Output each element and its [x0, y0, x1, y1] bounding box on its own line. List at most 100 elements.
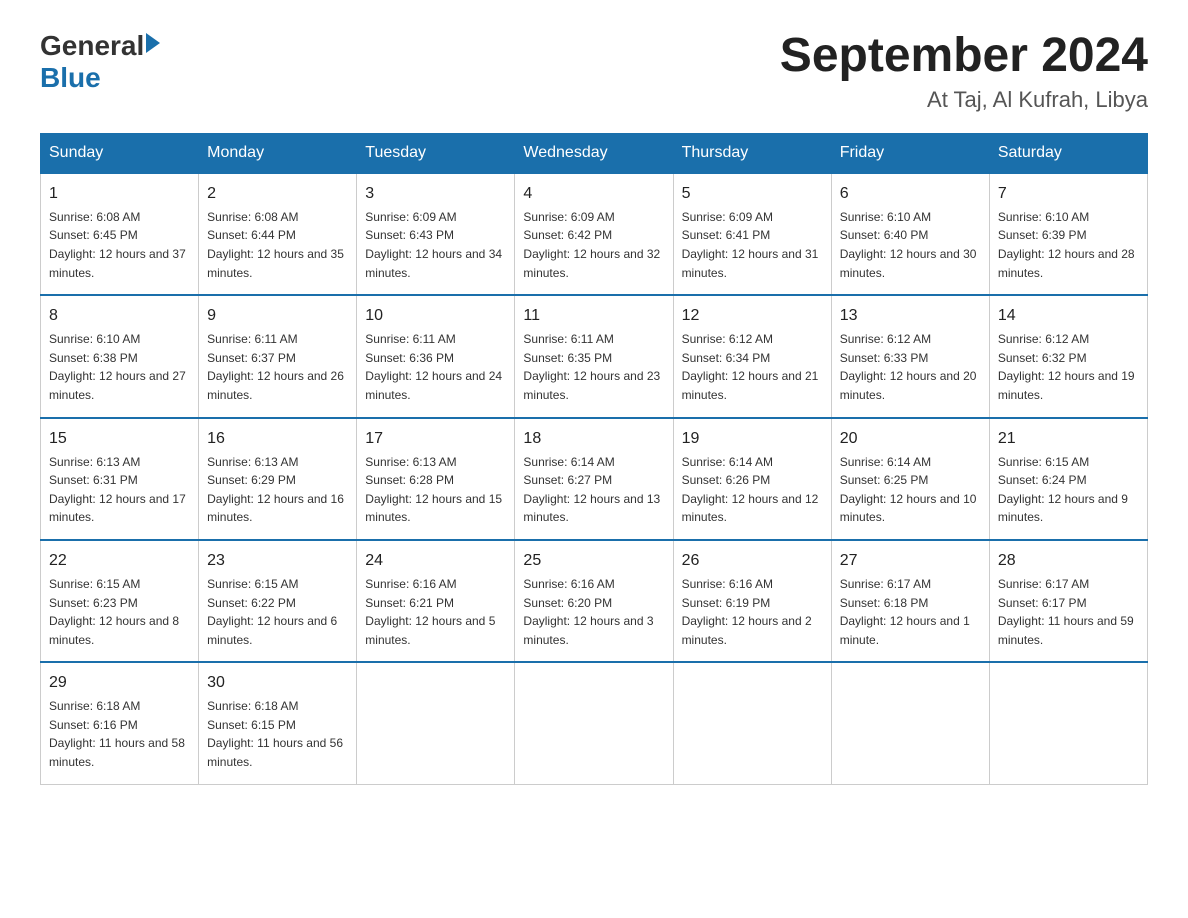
- day-info: Sunrise: 6:11 AMSunset: 6:35 PMDaylight:…: [523, 330, 664, 404]
- day-info: Sunrise: 6:14 AMSunset: 6:26 PMDaylight:…: [682, 453, 823, 527]
- day-info: Sunrise: 6:13 AMSunset: 6:31 PMDaylight:…: [49, 453, 190, 527]
- day-info: Sunrise: 6:13 AMSunset: 6:28 PMDaylight:…: [365, 453, 506, 527]
- day-info: Sunrise: 6:13 AMSunset: 6:29 PMDaylight:…: [207, 453, 348, 527]
- calendar-cell: 22Sunrise: 6:15 AMSunset: 6:23 PMDayligh…: [41, 540, 199, 662]
- calendar-week-0: 1Sunrise: 6:08 AMSunset: 6:45 PMDaylight…: [41, 173, 1148, 295]
- day-number: 14: [998, 304, 1139, 328]
- day-info: Sunrise: 6:12 AMSunset: 6:32 PMDaylight:…: [998, 330, 1139, 404]
- day-info: Sunrise: 6:09 AMSunset: 6:41 PMDaylight:…: [682, 208, 823, 282]
- calendar-cell: 3Sunrise: 6:09 AMSunset: 6:43 PMDaylight…: [357, 173, 515, 295]
- day-info: Sunrise: 6:08 AMSunset: 6:44 PMDaylight:…: [207, 208, 348, 282]
- day-number: 17: [365, 427, 506, 451]
- page-subtitle: At Taj, Al Kufrah, Libya: [780, 87, 1148, 113]
- day-info: Sunrise: 6:16 AMSunset: 6:20 PMDaylight:…: [523, 575, 664, 649]
- day-number: 7: [998, 182, 1139, 206]
- calendar-cell: 21Sunrise: 6:15 AMSunset: 6:24 PMDayligh…: [989, 418, 1147, 540]
- calendar-cell: [831, 662, 989, 784]
- day-number: 5: [682, 182, 823, 206]
- calendar-cell: 8Sunrise: 6:10 AMSunset: 6:38 PMDaylight…: [41, 295, 199, 417]
- day-number: 13: [840, 304, 981, 328]
- day-number: 1: [49, 182, 190, 206]
- calendar-cell: 15Sunrise: 6:13 AMSunset: 6:31 PMDayligh…: [41, 418, 199, 540]
- logo-blue: Blue: [40, 62, 160, 94]
- day-number: 27: [840, 549, 981, 573]
- col-saturday: Saturday: [989, 133, 1147, 173]
- logo-general: General: [40, 30, 144, 62]
- day-info: Sunrise: 6:14 AMSunset: 6:25 PMDaylight:…: [840, 453, 981, 527]
- title-section: September 2024 At Taj, Al Kufrah, Libya: [780, 30, 1148, 113]
- calendar-week-3: 22Sunrise: 6:15 AMSunset: 6:23 PMDayligh…: [41, 540, 1148, 662]
- day-info: Sunrise: 6:15 AMSunset: 6:24 PMDaylight:…: [998, 453, 1139, 527]
- calendar-cell: 18Sunrise: 6:14 AMSunset: 6:27 PMDayligh…: [515, 418, 673, 540]
- day-info: Sunrise: 6:11 AMSunset: 6:36 PMDaylight:…: [365, 330, 506, 404]
- day-number: 23: [207, 549, 348, 573]
- day-info: Sunrise: 6:14 AMSunset: 6:27 PMDaylight:…: [523, 453, 664, 527]
- logo: General Blue: [40, 30, 160, 94]
- calendar-cell: 16Sunrise: 6:13 AMSunset: 6:29 PMDayligh…: [199, 418, 357, 540]
- calendar-cell: 9Sunrise: 6:11 AMSunset: 6:37 PMDaylight…: [199, 295, 357, 417]
- calendar-cell: 1Sunrise: 6:08 AMSunset: 6:45 PMDaylight…: [41, 173, 199, 295]
- day-info: Sunrise: 6:16 AMSunset: 6:19 PMDaylight:…: [682, 575, 823, 649]
- calendar-cell: 11Sunrise: 6:11 AMSunset: 6:35 PMDayligh…: [515, 295, 673, 417]
- day-number: 11: [523, 304, 664, 328]
- calendar-cell: [989, 662, 1147, 784]
- page-title: September 2024: [780, 30, 1148, 83]
- day-info: Sunrise: 6:09 AMSunset: 6:43 PMDaylight:…: [365, 208, 506, 282]
- day-number: 6: [840, 182, 981, 206]
- day-number: 9: [207, 304, 348, 328]
- day-info: Sunrise: 6:10 AMSunset: 6:38 PMDaylight:…: [49, 330, 190, 404]
- day-number: 20: [840, 427, 981, 451]
- day-number: 16: [207, 427, 348, 451]
- calendar-header: Sunday Monday Tuesday Wednesday Thursday…: [41, 133, 1148, 173]
- day-info: Sunrise: 6:10 AMSunset: 6:39 PMDaylight:…: [998, 208, 1139, 282]
- day-number: 21: [998, 427, 1139, 451]
- calendar-cell: 29Sunrise: 6:18 AMSunset: 6:16 PMDayligh…: [41, 662, 199, 784]
- day-info: Sunrise: 6:12 AMSunset: 6:34 PMDaylight:…: [682, 330, 823, 404]
- header-row: Sunday Monday Tuesday Wednesday Thursday…: [41, 133, 1148, 173]
- col-tuesday: Tuesday: [357, 133, 515, 173]
- calendar-cell: 6Sunrise: 6:10 AMSunset: 6:40 PMDaylight…: [831, 173, 989, 295]
- calendar-cell: 26Sunrise: 6:16 AMSunset: 6:19 PMDayligh…: [673, 540, 831, 662]
- col-sunday: Sunday: [41, 133, 199, 173]
- calendar-cell: [515, 662, 673, 784]
- calendar-cell: 19Sunrise: 6:14 AMSunset: 6:26 PMDayligh…: [673, 418, 831, 540]
- day-info: Sunrise: 6:17 AMSunset: 6:17 PMDaylight:…: [998, 575, 1139, 649]
- logo-arrow-icon: [146, 33, 160, 53]
- day-info: Sunrise: 6:15 AMSunset: 6:22 PMDaylight:…: [207, 575, 348, 649]
- day-number: 28: [998, 549, 1139, 573]
- calendar-cell: 28Sunrise: 6:17 AMSunset: 6:17 PMDayligh…: [989, 540, 1147, 662]
- calendar-cell: 7Sunrise: 6:10 AMSunset: 6:39 PMDaylight…: [989, 173, 1147, 295]
- day-info: Sunrise: 6:08 AMSunset: 6:45 PMDaylight:…: [49, 208, 190, 282]
- day-number: 15: [49, 427, 190, 451]
- calendar-week-2: 15Sunrise: 6:13 AMSunset: 6:31 PMDayligh…: [41, 418, 1148, 540]
- calendar-cell: 10Sunrise: 6:11 AMSunset: 6:36 PMDayligh…: [357, 295, 515, 417]
- page-header: General Blue September 2024 At Taj, Al K…: [40, 30, 1148, 113]
- day-number: 19: [682, 427, 823, 451]
- col-friday: Friday: [831, 133, 989, 173]
- calendar-cell: 20Sunrise: 6:14 AMSunset: 6:25 PMDayligh…: [831, 418, 989, 540]
- day-number: 2: [207, 182, 348, 206]
- day-info: Sunrise: 6:15 AMSunset: 6:23 PMDaylight:…: [49, 575, 190, 649]
- calendar-cell: [673, 662, 831, 784]
- day-number: 29: [49, 671, 190, 695]
- day-info: Sunrise: 6:16 AMSunset: 6:21 PMDaylight:…: [365, 575, 506, 649]
- calendar-cell: 27Sunrise: 6:17 AMSunset: 6:18 PMDayligh…: [831, 540, 989, 662]
- day-info: Sunrise: 6:17 AMSunset: 6:18 PMDaylight:…: [840, 575, 981, 649]
- day-info: Sunrise: 6:12 AMSunset: 6:33 PMDaylight:…: [840, 330, 981, 404]
- day-number: 25: [523, 549, 664, 573]
- day-info: Sunrise: 6:18 AMSunset: 6:15 PMDaylight:…: [207, 697, 348, 771]
- day-info: Sunrise: 6:10 AMSunset: 6:40 PMDaylight:…: [840, 208, 981, 282]
- day-info: Sunrise: 6:09 AMSunset: 6:42 PMDaylight:…: [523, 208, 664, 282]
- col-wednesday: Wednesday: [515, 133, 673, 173]
- calendar-cell: 24Sunrise: 6:16 AMSunset: 6:21 PMDayligh…: [357, 540, 515, 662]
- day-number: 3: [365, 182, 506, 206]
- day-number: 10: [365, 304, 506, 328]
- calendar-table: Sunday Monday Tuesday Wednesday Thursday…: [40, 133, 1148, 785]
- day-number: 12: [682, 304, 823, 328]
- day-number: 4: [523, 182, 664, 206]
- day-number: 22: [49, 549, 190, 573]
- calendar-cell: 14Sunrise: 6:12 AMSunset: 6:32 PMDayligh…: [989, 295, 1147, 417]
- calendar-week-1: 8Sunrise: 6:10 AMSunset: 6:38 PMDaylight…: [41, 295, 1148, 417]
- col-thursday: Thursday: [673, 133, 831, 173]
- calendar-cell: 4Sunrise: 6:09 AMSunset: 6:42 PMDaylight…: [515, 173, 673, 295]
